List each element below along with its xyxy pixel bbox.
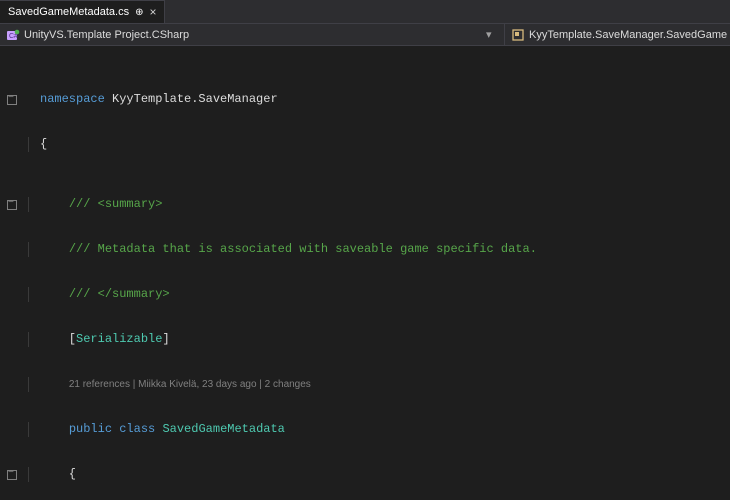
codelens[interactable]: 21 references | Miikka Kivelä, 23 days a… — [69, 379, 311, 390]
chevron-down-icon: ▾ — [486, 28, 498, 41]
code-editor[interactable]: namespace KyyTemplate.SaveManager { /// … — [0, 46, 730, 500]
fold-toggle[interactable] — [0, 467, 24, 482]
class-icon — [511, 28, 525, 42]
fold-toggle[interactable] — [0, 197, 24, 212]
tab-bar: SavedGameMetadata.cs ⊕ × — [0, 0, 730, 24]
code-area[interactable]: namespace KyyTemplate.SaveManager { /// … — [0, 46, 730, 500]
type-dropdown[interactable]: KyyTemplate.SaveManager.SavedGame — [505, 24, 730, 45]
file-tab[interactable]: SavedGameMetadata.cs ⊕ × — [0, 0, 165, 23]
navigation-bar: C# UnityVS.Template Project.CSharp ▾ Kyy… — [0, 24, 730, 46]
tab-filename: SavedGameMetadata.cs — [8, 6, 129, 18]
project-name: UnityVS.Template Project.CSharp — [24, 29, 189, 41]
csharp-project-icon: C# — [6, 28, 20, 42]
fold-toggle[interactable] — [0, 92, 24, 107]
project-dropdown[interactable]: C# UnityVS.Template Project.CSharp ▾ — [0, 24, 505, 45]
close-icon[interactable]: × — [149, 5, 156, 19]
type-name: KyyTemplate.SaveManager.SavedGame — [529, 29, 727, 41]
pin-icon[interactable]: ⊕ — [135, 7, 143, 18]
